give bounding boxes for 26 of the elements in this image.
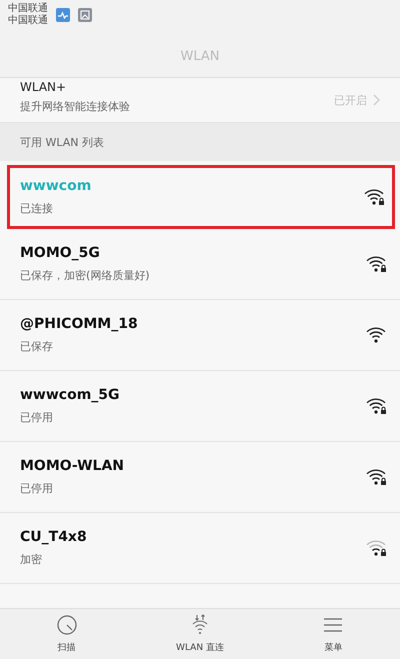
row-subtitle: 提升网络智能连接体验 (20, 98, 131, 114)
network-status: 已保存，加密(网络质量好) (20, 268, 151, 283)
bottom-bar-button[interactable]: 菜单 (266, 609, 400, 659)
network-status: 已保存 (20, 339, 54, 354)
section-header: 可用 WLAN 列表 (0, 122, 400, 161)
network-name: MOMO_5G (20, 245, 101, 261)
carrier-name: 中国联通 (8, 3, 48, 14)
network-status: 已停用 (20, 410, 54, 425)
network-name: MOMO-WLAN (20, 458, 126, 474)
bottom-bar-button[interactable]: 扫描 (0, 609, 134, 659)
network-name: wwwcom_5G (20, 387, 121, 403)
chevron-icon (373, 94, 380, 106)
network-name: wwwcom (20, 178, 92, 194)
bottom-bar-button[interactable]: WLAN 直连 (133, 609, 267, 659)
status-value: 已开启 (334, 92, 367, 108)
scan-icon (56, 614, 78, 636)
network-name: CU_T4x8 (20, 529, 88, 545)
highlighted-network-row[interactable]: wwwcom 已连接 (7, 165, 395, 229)
network-status: 加密 (20, 552, 43, 567)
image-icon (78, 8, 92, 22)
network-status: 已停用 (20, 481, 54, 496)
row-title: WLAN+ (20, 80, 68, 92)
network-status: 已连接 (20, 201, 54, 216)
health-icon (56, 8, 70, 22)
carrier-name: 中国联通 (8, 15, 48, 27)
network-name: @PHICOMM_18 (20, 316, 139, 332)
